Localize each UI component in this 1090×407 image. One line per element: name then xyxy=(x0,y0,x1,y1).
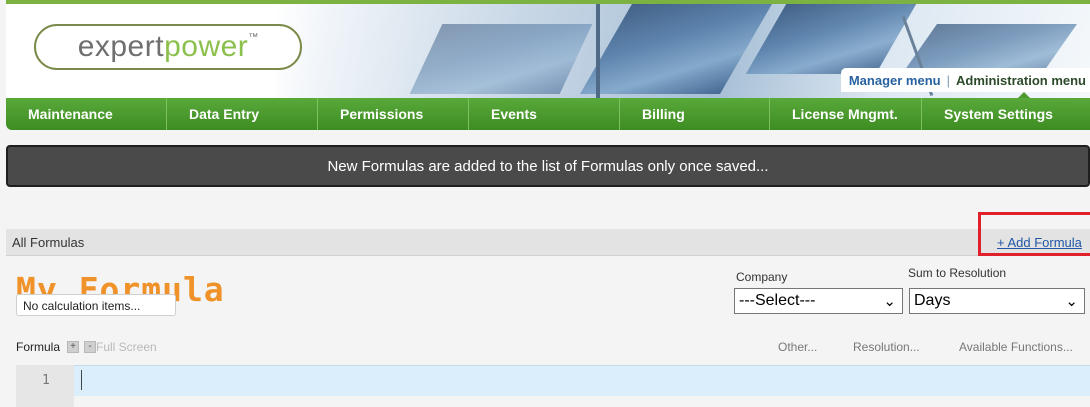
company-label: Company xyxy=(736,270,788,284)
full-screen-button[interactable]: Full Screen xyxy=(96,340,157,354)
calculation-items-box: No calculation items... xyxy=(16,294,176,316)
nav-events[interactable]: Events xyxy=(469,98,620,130)
expertpower-logo[interactable]: expert power ™ xyxy=(34,24,302,70)
expand-plus-button[interactable]: + xyxy=(67,341,79,353)
logo-text-power: power xyxy=(164,30,249,63)
add-formula-link[interactable]: + Add Formula xyxy=(997,235,1082,250)
nav-billing[interactable]: Billing xyxy=(620,98,770,130)
text-cursor xyxy=(81,370,82,390)
collapse-minus-button[interactable]: - xyxy=(84,341,96,353)
formulas-bar: All Formulas xyxy=(6,229,1090,256)
other-menu-link[interactable]: Other... xyxy=(778,340,817,354)
breadcrumb-all-formulas[interactable]: All Formulas xyxy=(12,235,84,250)
logo-text-expert: expert xyxy=(77,30,165,63)
nav-license-mngmt[interactable]: License Mngmt. xyxy=(770,98,922,130)
nav-maintenance[interactable]: Maintenance xyxy=(6,98,167,130)
banner-pole xyxy=(596,4,600,98)
nav-permissions[interactable]: Permissions xyxy=(318,98,469,130)
menu-switcher: Manager menu | Administration menu xyxy=(840,68,1090,92)
manager-menu-link[interactable]: Manager menu xyxy=(849,73,941,88)
solar-panel-image xyxy=(409,24,593,94)
administration-menu-link[interactable]: Administration menu xyxy=(956,73,1086,88)
line-number: 1 xyxy=(42,373,50,388)
notice-banner: New Formulas are added to the list of Fo… xyxy=(6,145,1090,187)
resolution-select-value: Days xyxy=(914,292,951,309)
main-nav: Maintenance Data Entry Permissions Event… xyxy=(6,98,1090,130)
header: expert power ™ Manager menu | Administrati… xyxy=(6,0,1090,98)
nav-system-settings[interactable]: System Settings xyxy=(922,98,1090,130)
resolution-select[interactable]: Days ⌄ xyxy=(909,288,1085,314)
formula-label: Formula xyxy=(16,340,61,354)
company-select[interactable]: ---Select--- ⌄ xyxy=(734,288,903,314)
editor-gutter: 1 xyxy=(16,365,74,407)
nav-data-entry[interactable]: Data Entry xyxy=(167,98,318,130)
available-functions-link[interactable]: Available Functions... xyxy=(959,340,1073,354)
solar-panel-image xyxy=(745,4,917,74)
chevron-down-icon: ⌄ xyxy=(1065,293,1078,310)
menu-separator: | xyxy=(946,72,950,88)
chevron-down-icon: ⌄ xyxy=(883,293,896,310)
solar-panel-image xyxy=(580,4,772,94)
formula-editor-line[interactable] xyxy=(74,365,1090,396)
company-select-value: ---Select--- xyxy=(739,292,816,309)
resolution-menu-link[interactable]: Resolution... xyxy=(853,340,920,354)
resolution-label: Sum to Resolution xyxy=(908,266,1007,280)
logo-trademark: ™ xyxy=(248,31,259,43)
